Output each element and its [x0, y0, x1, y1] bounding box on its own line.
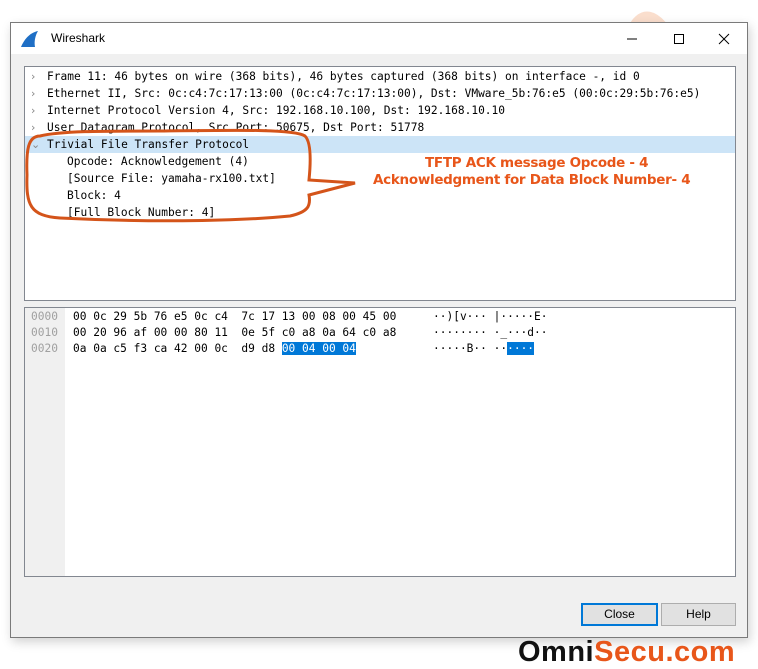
close-button[interactable]: Close [581, 603, 658, 626]
tree-row-tftp[interactable]: ⌄ Trivial File Transfer Protocol [25, 136, 735, 153]
tree-row-block[interactable]: Block: 4 [25, 187, 735, 204]
hex-ascii[interactable]: ··)[v··· |·····E· [433, 309, 548, 325]
wireshark-window: Wireshark › Frame 11: 46 bytes on wire (… [10, 22, 748, 638]
chevron-right-icon[interactable]: › [31, 85, 43, 102]
hex-offset: 0010 [31, 326, 58, 339]
close-window-button[interactable] [701, 23, 747, 54]
wireshark-fin-icon [21, 31, 38, 47]
help-button[interactable]: Help [661, 603, 736, 626]
hex-bytes[interactable]: 00 20 96 af 00 00 80 11 0e 5f c0 a8 0a 6… [73, 325, 396, 341]
hex-offset: 0000 [31, 310, 58, 323]
chevron-down-icon[interactable]: ⌄ [31, 136, 43, 153]
annotation-line-1: TFTP ACK message Opcode - 4 [425, 155, 649, 171]
maximize-icon [674, 33, 684, 44]
logo-part-1: Omni [518, 636, 595, 668]
maximize-button[interactable] [656, 23, 702, 54]
packet-bytes-pane[interactable]: 0000 00 0c 29 5b 76 e5 0c c4 7c 17 13 00… [24, 307, 736, 577]
tree-row-full-block-number[interactable]: [Full Block Number: 4] [25, 204, 735, 221]
chevron-right-icon[interactable]: › [31, 102, 43, 119]
tree-row-ethernet[interactable]: › Ethernet II, Src: 0c:c4:7c:17:13:00 (0… [25, 85, 735, 102]
title-bar[interactable]: Wireshark [11, 23, 747, 54]
hex-bytes-highlighted: 00 04 00 04 [281, 342, 356, 355]
omnisecu-logo: OmniSecu.com [518, 636, 735, 669]
annotation-line-2: Acknowledgment for Data Block Number- 4 [373, 172, 691, 188]
tree-row-udp[interactable]: › User Datagram Protocol, Src Port: 5067… [25, 119, 735, 136]
logo-part-2: Secu.com [594, 636, 736, 668]
close-icon [718, 33, 730, 44]
tree-row-frame[interactable]: › Frame 11: 46 bytes on wire (368 bits),… [25, 68, 735, 85]
hex-ascii-highlighted: ···· [507, 342, 535, 355]
hex-bytes-plain: 0a 0a c5 f3 ca 42 00 0c d9 d8 [73, 342, 282, 355]
hex-bytes[interactable]: 0a 0a c5 f3 ca 42 00 0c d9 d8 00 04 00 0… [73, 341, 356, 357]
hex-ascii[interactable]: ········ ·_···d·· [433, 325, 548, 341]
chevron-right-icon[interactable]: › [31, 68, 43, 85]
hex-bytes[interactable]: 00 0c 29 5b 76 e5 0c c4 7c 17 13 00 08 0… [73, 309, 396, 325]
window-title: Wireshark [51, 31, 106, 45]
minimize-button[interactable] [609, 23, 655, 54]
hex-ascii[interactable]: ·····B·· ······ [433, 341, 535, 357]
tree-row-ipv4[interactable]: › Internet Protocol Version 4, Src: 192.… [25, 102, 735, 119]
hex-ascii-plain: ·····B·· ·· [433, 342, 508, 355]
minimize-icon [627, 38, 637, 39]
hex-offset: 0020 [31, 342, 58, 355]
chevron-right-icon[interactable]: › [31, 119, 43, 136]
